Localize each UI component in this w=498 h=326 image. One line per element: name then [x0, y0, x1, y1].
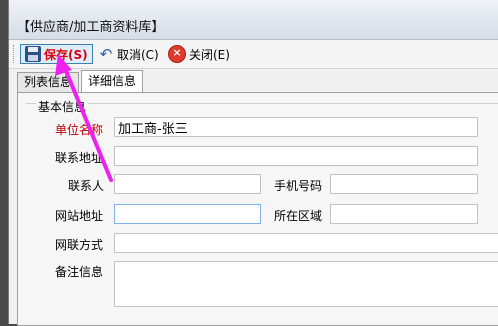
toolbar-grip [13, 45, 17, 63]
close-button[interactable]: × 关闭(E) [168, 44, 230, 64]
tab-detail-info[interactable]: 详细信息 [81, 70, 144, 92]
close-button-label: 关闭(E) [189, 47, 230, 62]
contact-field[interactable] [114, 174, 261, 194]
supplier-window: 【供应商/加工商资料库】 保存(S) ↶ 取消(C) × 关闭(E) 列表信息 … [8, 0, 498, 326]
im-label: 网联方式 [55, 238, 104, 252]
website-field[interactable] [114, 204, 261, 224]
address-label: 联系地址 [55, 151, 104, 165]
remark-field[interactable] [114, 261, 498, 307]
close-icon: × [168, 45, 186, 63]
website-label: 网站地址 [55, 209, 104, 223]
window-title: 【供应商/加工商资料库】 [17, 20, 165, 35]
address-field[interactable] [114, 146, 478, 166]
group-title: 基本信息 [36, 98, 89, 115]
tab-strip: 列表信息 详细信息 [9, 69, 498, 92]
title-bar: 【供应商/加工商资料库】 [9, 0, 498, 40]
contact-label: 联系人 [68, 179, 105, 193]
detail-panel: 基本信息 单位名称 联系地址 联系人 手机号码 网站地址 所在区域 网联方式 备… [17, 92, 498, 326]
save-button-label: 保存(S) [44, 47, 88, 62]
cancel-button[interactable]: ↶ 取消(C) [98, 44, 159, 64]
save-button[interactable]: 保存(S) [20, 44, 93, 64]
toolbar: 保存(S) ↶ 取消(C) × 关闭(E) [9, 40, 498, 69]
unit-name-label: 单位名称 [55, 123, 104, 137]
undo-icon: ↶ [99, 45, 113, 63]
floppy-disk-icon [25, 46, 41, 62]
im-field[interactable] [114, 233, 498, 253]
mobile-field[interactable] [330, 174, 478, 194]
unit-name-field[interactable] [114, 117, 478, 137]
tab-list-info[interactable]: 列表信息 [17, 72, 80, 92]
region-label: 所在区域 [274, 209, 323, 223]
remark-label: 备注信息 [55, 265, 104, 279]
region-field[interactable] [330, 204, 478, 224]
cancel-button-label: 取消(C) [117, 47, 159, 62]
mobile-label: 手机号码 [274, 179, 323, 193]
